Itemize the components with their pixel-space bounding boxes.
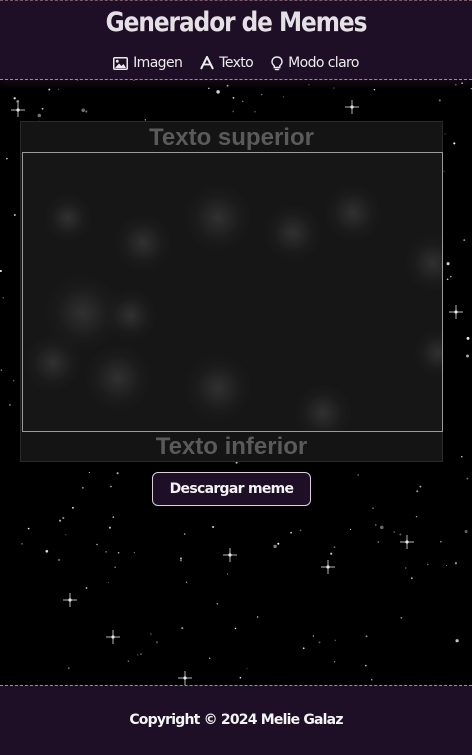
meme-image — [22, 152, 443, 432]
header-nav: Imagen Texto Modo claro — [0, 55, 472, 71]
app-title: Generador de Memes — [105, 7, 368, 38]
nav-light-mode-button[interactable]: Modo claro — [271, 55, 359, 71]
meme-container: Texto superior Texto inferior — [20, 121, 443, 462]
nav-image-label: Imagen — [133, 55, 183, 71]
copyright-text: Copyright © 2024 Melie Galaz — [129, 712, 343, 728]
nav-image-button[interactable]: Imagen — [113, 55, 183, 71]
meme-bottom-text: Texto inferior — [155, 433, 308, 460]
text-icon — [200, 56, 215, 70]
meme-area: Texto superior Texto inferior Descargar … — [0, 80, 472, 685]
lightbulb-icon — [271, 55, 283, 71]
nav-text-button[interactable]: Texto — [200, 55, 254, 71]
nav-light-mode-label: Modo claro — [288, 55, 359, 71]
download-meme-button[interactable]: Descargar meme — [152, 472, 311, 506]
image-icon — [113, 56, 129, 70]
meme-top-text: Texto superior — [149, 124, 314, 151]
nav-text-label: Texto — [219, 55, 254, 71]
app-footer: Copyright © 2024 Melie Galaz — [0, 685, 472, 755]
page: Generador de Memes Imagen Texto Modo cla… — [0, 0, 472, 755]
app-header: Generador de Memes Imagen Texto Modo cla… — [0, 0, 472, 80]
